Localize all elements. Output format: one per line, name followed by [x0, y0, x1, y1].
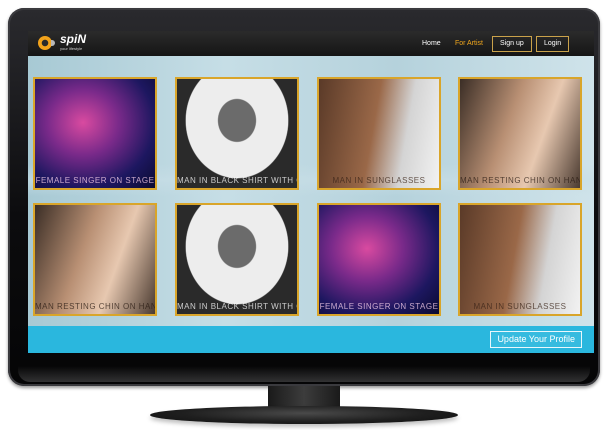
- artist-photo-2[interactable]: man in black shirt with chain: [175, 77, 299, 190]
- artist-photo-7[interactable]: female singer on stage: [317, 203, 441, 316]
- top-nav-bar: spiN your lifestyle Home For Artist Sign…: [28, 31, 594, 56]
- artist-photo-1[interactable]: female singer on stage: [33, 77, 157, 190]
- artist-gallery: female singer on stage man in black shir…: [28, 56, 594, 326]
- artist-photo-5[interactable]: man resting chin on hands: [33, 203, 157, 316]
- update-profile-button[interactable]: Update Your Profile: [490, 331, 582, 348]
- spin-logo-icon: [38, 36, 55, 50]
- brand-name: spiN: [60, 32, 87, 46]
- photo-subject: man in sunglasses: [332, 176, 426, 185]
- photo-subject: man in black shirt with chain: [177, 302, 297, 311]
- monitor-stand-base: [150, 406, 458, 424]
- nav-for-artist-link[interactable]: For Artist: [455, 36, 483, 52]
- footer-bar: Update Your Profile: [28, 326, 594, 353]
- photo-subject: man in sunglasses: [473, 302, 567, 311]
- photo-subject: female singer on stage: [35, 176, 155, 185]
- photo-subject: man resting chin on hands: [460, 176, 582, 185]
- artist-photo-8[interactable]: man in sunglasses: [458, 203, 582, 316]
- artist-photo-6[interactable]: man in black shirt with chain: [175, 203, 299, 316]
- nav-home-link[interactable]: Home: [422, 36, 441, 52]
- artist-photo-3[interactable]: man in sunglasses: [317, 77, 441, 190]
- login-button[interactable]: Login: [536, 36, 570, 52]
- photo-subject: man in black shirt with chain: [177, 176, 297, 185]
- artist-photo-4[interactable]: man resting chin on hands: [458, 77, 582, 190]
- photo-subject: man resting chin on hands: [35, 302, 157, 311]
- photo-subject: female singer on stage: [319, 302, 439, 311]
- sign-up-button[interactable]: Sign up: [492, 36, 532, 52]
- screen: spiN your lifestyle Home For Artist Sign…: [28, 31, 594, 353]
- brand-tagline: your lifestyle: [60, 46, 83, 51]
